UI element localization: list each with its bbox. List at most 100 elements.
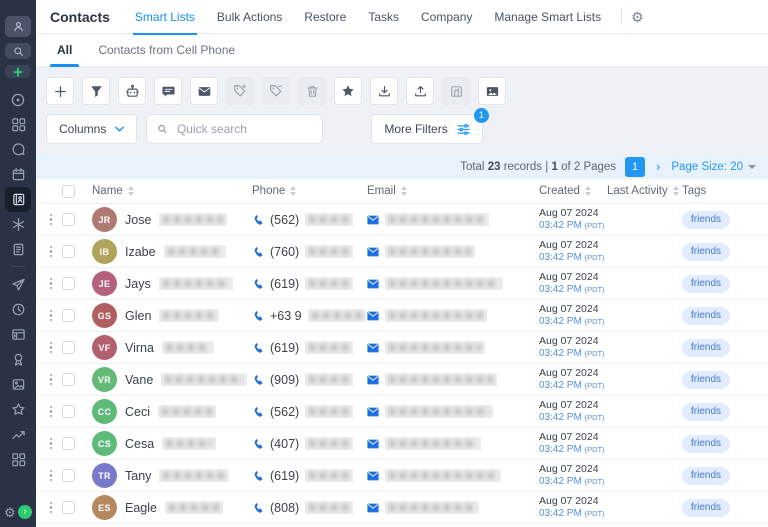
table-row[interactable]: ES Eagle (808) Aug 07 2024 03:42 PM (PDT…	[36, 492, 768, 524]
row-menu-icon[interactable]	[46, 277, 56, 290]
launchpad-icon[interactable]	[5, 87, 31, 112]
phone-icon[interactable]	[252, 470, 264, 482]
phone-icon[interactable]	[252, 310, 264, 322]
merge-button[interactable]	[442, 77, 470, 105]
export-button[interactable]	[406, 77, 434, 105]
conversations-icon[interactable]	[5, 137, 31, 162]
header-phone[interactable]: Phone	[252, 185, 367, 197]
email-icon[interactable]	[367, 375, 379, 385]
row-checkbox[interactable]	[62, 469, 75, 482]
columns-dropdown[interactable]: Columns	[46, 114, 138, 144]
avatar[interactable]: TR	[92, 463, 117, 488]
sort-icon[interactable]	[584, 186, 591, 196]
app-marketplace-icon[interactable]	[5, 447, 31, 472]
phone-icon[interactable]	[252, 214, 264, 226]
tag-badge[interactable]: friends	[682, 498, 731, 517]
email-icon[interactable]	[367, 503, 379, 513]
subtab-contacts-from-cell-phone[interactable]: Contacts from Cell Phone	[85, 34, 248, 66]
table-row[interactable]: VR Vane con (909) Aug 07 2024 03:42 PM (…	[36, 364, 768, 396]
contact-name[interactable]: Ceci	[125, 405, 150, 419]
header-last-activity[interactable]: Last Activity	[607, 185, 682, 197]
ai-spark-icon[interactable]	[5, 65, 31, 78]
row-menu-icon[interactable]	[46, 245, 56, 258]
memberships-icon[interactable]	[5, 347, 31, 372]
row-menu-icon[interactable]	[46, 469, 56, 482]
contact-name[interactable]: Izabe	[125, 245, 156, 259]
row-menu-icon[interactable]	[46, 437, 56, 450]
select-all-checkbox[interactable]	[62, 184, 75, 198]
tag-badge[interactable]: friends	[682, 274, 731, 293]
sort-icon[interactable]	[290, 186, 297, 196]
user-avatar-icon[interactable]	[5, 16, 31, 37]
add-tag-button[interactable]	[226, 77, 254, 105]
avatar[interactable]: CS	[92, 431, 117, 456]
search-icon[interactable]	[5, 43, 31, 59]
tag-badge[interactable]: friends	[682, 402, 731, 421]
contact-name[interactable]: Tany	[125, 469, 151, 483]
phone-icon[interactable]	[252, 374, 264, 386]
filter-button[interactable]	[82, 77, 110, 105]
sites-icon[interactable]	[5, 322, 31, 347]
row-checkbox[interactable]	[62, 341, 75, 354]
row-checkbox[interactable]	[62, 405, 75, 418]
row-checkbox[interactable]	[62, 501, 75, 514]
contact-name[interactable]: Vane	[125, 373, 153, 387]
table-row[interactable]: CC Ceci (562) Aug 07 2024 03:42 PM (PDT)…	[36, 396, 768, 428]
tab-smart-lists[interactable]: Smart Lists	[124, 0, 206, 35]
automation-icon[interactable]	[5, 297, 31, 322]
sort-icon[interactable]	[127, 186, 134, 196]
next-page-chevron-icon[interactable]: ›	[656, 159, 660, 174]
phone-icon[interactable]	[252, 342, 264, 354]
tag-badge[interactable]: friends	[682, 306, 731, 325]
phone-icon[interactable]	[252, 438, 264, 450]
reporting-icon[interactable]	[5, 422, 31, 447]
page-1-button[interactable]: 1	[625, 156, 646, 177]
remove-tag-button[interactable]	[262, 77, 290, 105]
row-menu-icon[interactable]	[46, 309, 56, 322]
row-menu-icon[interactable]	[46, 405, 56, 418]
email-icon[interactable]	[367, 407, 379, 417]
subtab-all[interactable]: All	[44, 34, 85, 67]
table-row[interactable]: JR Jose (562) Aug 07 2024 03:42 PM (PDT)…	[36, 204, 768, 236]
tag-badge[interactable]: friends	[682, 370, 731, 389]
sidebar-collapse-button[interactable]: ›	[18, 505, 32, 519]
row-menu-icon[interactable]	[46, 213, 56, 226]
table-row[interactable]: IB Izabe (760) Aug 07 2024 03:42 PM (PDT…	[36, 236, 768, 268]
delete-button[interactable]	[298, 77, 326, 105]
contact-name[interactable]: Glen	[125, 309, 151, 323]
tab-company[interactable]: Company	[410, 0, 483, 34]
page-size-dropdown[interactable]: Page Size: 20	[671, 161, 756, 173]
avatar[interactable]: CC	[92, 399, 117, 424]
row-checkbox[interactable]	[62, 213, 75, 226]
contact-name[interactable]: Cesa	[125, 437, 154, 451]
avatar[interactable]: GS	[92, 303, 117, 328]
row-menu-icon[interactable]	[46, 501, 56, 514]
more-filters-button[interactable]: More Filters 1	[371, 108, 489, 144]
contacts-icon[interactable]	[5, 187, 31, 212]
email-icon[interactable]	[367, 471, 379, 481]
quick-search-input[interactable]	[174, 121, 313, 137]
tag-badge[interactable]: friends	[682, 466, 731, 485]
row-menu-icon[interactable]	[46, 341, 56, 354]
contact-name[interactable]: Jays	[125, 277, 151, 291]
avatar[interactable]: IB	[92, 239, 117, 264]
header-email[interactable]: Email	[367, 185, 539, 197]
row-checkbox[interactable]	[62, 437, 75, 450]
marketing-plane-icon[interactable]	[5, 272, 31, 297]
email-icon[interactable]	[367, 439, 379, 449]
import-button[interactable]	[370, 77, 398, 105]
add-contact-button[interactable]	[46, 77, 74, 105]
table-row[interactable]: VF Virna (619) Aug 07 2024 03:42 PM (PDT…	[36, 332, 768, 364]
payments-icon[interactable]	[5, 237, 31, 262]
email-icon[interactable]	[367, 279, 379, 289]
table-row[interactable]: CS Cesa (407) Aug 07 2024 03:42 PM (PDT)…	[36, 428, 768, 460]
table-row[interactable]: GS Glen +63 9 Aug 07 2024 03:42 PM (PDT)…	[36, 300, 768, 332]
avatar[interactable]: VF	[92, 335, 117, 360]
reputation-icon[interactable]	[5, 397, 31, 422]
contact-name[interactable]: Jose	[125, 213, 151, 227]
dashboard-icon[interactable]	[5, 112, 31, 137]
bot-action-button[interactable]	[118, 77, 146, 105]
sort-icon[interactable]	[400, 186, 407, 196]
phone-icon[interactable]	[252, 406, 264, 418]
tag-badge[interactable]: friends	[682, 210, 731, 229]
